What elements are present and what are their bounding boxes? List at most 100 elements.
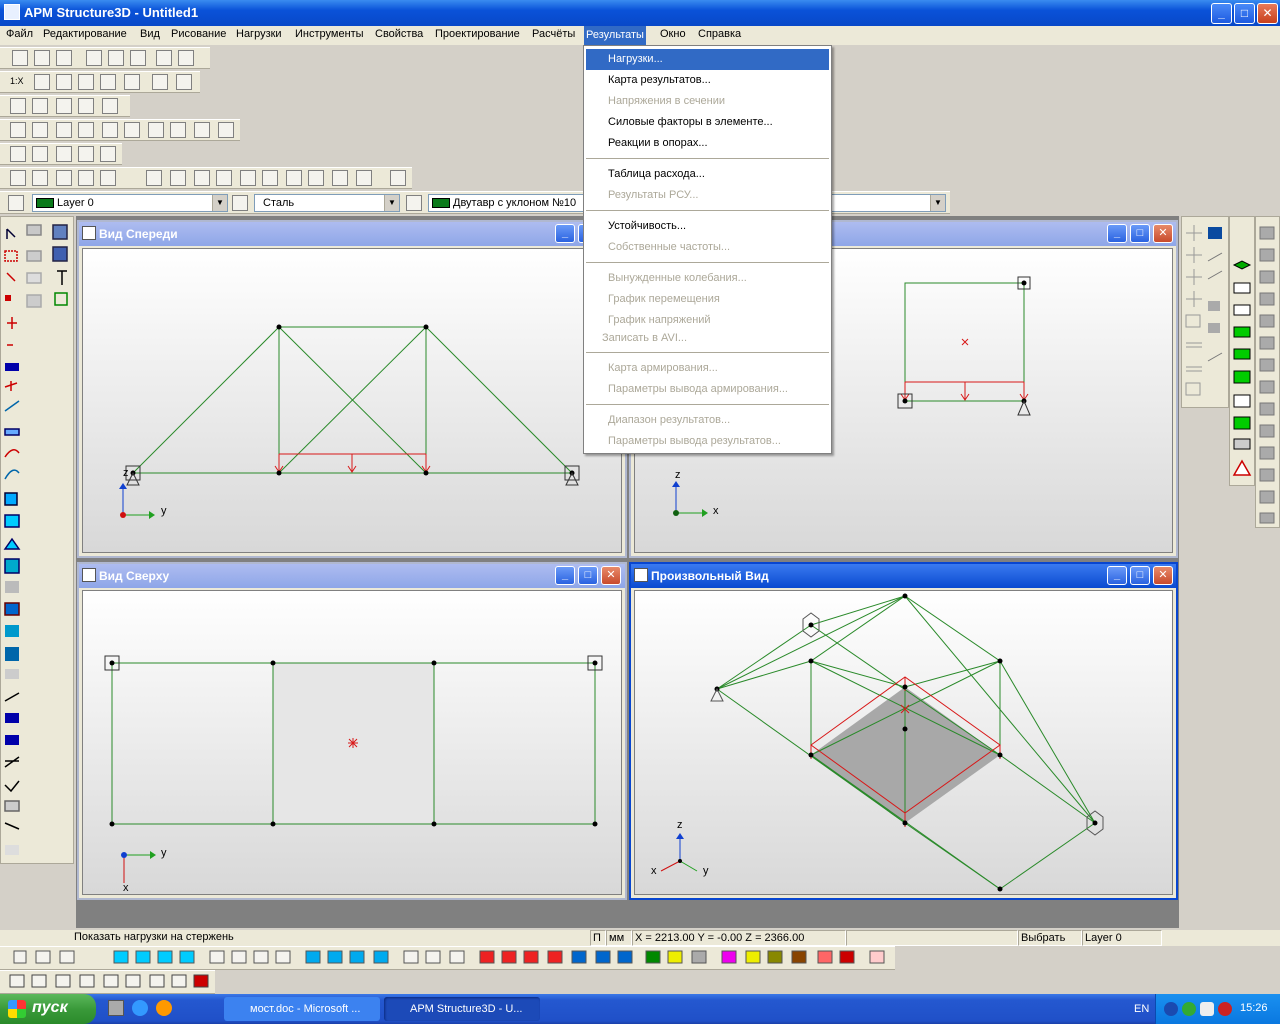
menu-item-reinforcement-map[interactable]: Карта армирования... <box>586 358 829 379</box>
menu-window[interactable]: Окно <box>660 28 686 40</box>
rotate-icon[interactable] <box>218 122 234 138</box>
rod-temp-icon[interactable] <box>170 170 186 186</box>
app-icon[interactable] <box>4 4 20 20</box>
menu-view[interactable]: Вид <box>140 28 160 40</box>
menu-item-results-map[interactable]: Карта результатов... <box>586 70 829 91</box>
front-view-canvas[interactable]: z y <box>82 248 622 553</box>
redraw-icon[interactable] <box>194 122 210 138</box>
menu-item-results-range[interactable]: Диапазон результатов... <box>586 410 829 431</box>
node-icon[interactable] <box>10 98 26 114</box>
iso-maximize-button[interactable]: □ <box>1130 566 1150 585</box>
menu-item-section-stress[interactable]: Напряжения в сечении <box>586 91 829 112</box>
top-close-button[interactable]: ✕ <box>601 566 621 585</box>
menu-loads[interactable]: Нагрузки <box>236 28 282 40</box>
snap-icon[interactable] <box>56 74 72 90</box>
menu-item-rsu-results[interactable]: Результаты РСУ... <box>586 185 829 206</box>
mesh-grid-icon[interactable] <box>32 146 48 162</box>
paste-icon[interactable] <box>130 50 146 66</box>
top-view-canvas[interactable]: x y <box>82 590 622 895</box>
top-minimize-button[interactable]: _ <box>555 566 575 585</box>
menu-item-support-reactions[interactable]: Реакции в опорах... <box>586 133 829 154</box>
iso-close-button[interactable]: ✕ <box>1153 566 1173 585</box>
window-top-view[interactable]: Вид Сверху _ □ ✕ x y <box>77 562 627 900</box>
new-icon[interactable] <box>12 50 28 66</box>
zoom-node-icon[interactable] <box>56 122 72 138</box>
pressure-icon[interactable] <box>240 170 256 186</box>
redo-icon[interactable] <box>178 50 194 66</box>
zoom-all-icon[interactable] <box>10 122 26 138</box>
rod-load-icon[interactable] <box>146 170 162 186</box>
menu-item-stability[interactable]: Устойчивость... <box>586 216 829 237</box>
open-icon[interactable] <box>34 50 50 66</box>
rod-icon[interactable] <box>56 98 72 114</box>
iso-minimize-button[interactable]: _ <box>1107 566 1127 585</box>
layers-icon[interactable] <box>124 74 140 90</box>
force-down-icon[interactable] <box>10 170 26 186</box>
side-close-button[interactable]: ✕ <box>1153 224 1173 243</box>
menu-item-displacement-graph[interactable]: График перемещения <box>586 289 829 310</box>
menu-item-consumption-table[interactable]: Таблица расхода... <box>586 164 829 185</box>
start-button[interactable]: пуск <box>0 994 96 1024</box>
menu-item-element-forces[interactable]: Силовые факторы в элементе... <box>586 112 829 133</box>
language-indicator[interactable]: EN <box>1134 1003 1149 1015</box>
minimize-button[interactable]: _ <box>1211 3 1232 24</box>
acceleration-icon[interactable] <box>356 170 372 186</box>
print-icon[interactable] <box>86 50 102 66</box>
ie-icon[interactable] <box>132 1000 148 1016</box>
window-front-view[interactable]: Вид Спереди _ □ <box>77 220 627 558</box>
mesh-dots-icon[interactable] <box>78 146 94 162</box>
menu-design[interactable]: Проектирование <box>435 28 520 40</box>
zoom-out-icon[interactable] <box>124 122 140 138</box>
task-word[interactable]: мост.doc - Microsoft ... <box>224 997 380 1021</box>
plate-temp2-icon[interactable] <box>286 170 302 186</box>
crosshair-icon[interactable] <box>152 74 168 90</box>
chevron-down-icon[interactable]: ▼ <box>384 195 399 211</box>
magnifier-icon[interactable] <box>170 122 186 138</box>
node-load-icon[interactable] <box>194 170 210 186</box>
mesh-icon[interactable] <box>10 146 26 162</box>
menu-item-natural-frequencies[interactable]: Собственные частоты... <box>586 237 829 258</box>
material-icon[interactable] <box>232 195 248 211</box>
plate-temp-icon[interactable] <box>262 170 278 186</box>
menu-file[interactable]: Файл <box>6 28 33 40</box>
task-apm[interactable]: APM Structure3D - U... <box>384 997 540 1021</box>
menu-item-record-avi[interactable]: Записать в AVI... <box>586 328 829 349</box>
pointer-snap-icon[interactable] <box>78 74 94 90</box>
undo-icon[interactable] <box>156 50 172 66</box>
surface-load-icon[interactable] <box>308 170 324 186</box>
mesh-select-icon[interactable] <box>100 146 116 162</box>
tray-icon-3[interactable] <box>1200 1002 1214 1016</box>
tray-icon-1[interactable] <box>1164 1002 1178 1016</box>
menu-tools[interactable]: Инструменты <box>295 28 364 40</box>
ruler-icon[interactable] <box>100 74 116 90</box>
menu-results[interactable]: Результаты <box>584 26 646 45</box>
window-iso-view[interactable]: Произвольный Вид _ □ ✕ z x y <box>629 562 1178 900</box>
temperature-icon[interactable] <box>56 170 72 186</box>
front-minimize-button[interactable]: _ <box>555 224 575 243</box>
menu-item-results-output[interactable]: Параметры вывода результатов... <box>586 431 829 452</box>
plate-icon[interactable] <box>78 98 94 114</box>
material-combo[interactable]: Сталь ▼ <box>254 194 400 212</box>
desktop-icon[interactable] <box>108 1000 124 1016</box>
maximize-button[interactable]: □ <box>1234 3 1255 24</box>
chevron-down-icon[interactable]: ▼ <box>930 195 945 211</box>
moment-icon[interactable] <box>32 170 48 186</box>
side-maximize-button[interactable]: □ <box>1130 224 1150 243</box>
tray-icon-4[interactable] <box>1218 1002 1232 1016</box>
menu-edit[interactable]: Редактирование <box>43 28 127 40</box>
menu-calculations[interactable]: Расчёты <box>532 28 575 40</box>
zoom-in-icon[interactable] <box>102 122 118 138</box>
grid-icon[interactable] <box>34 74 50 90</box>
distributed-load-icon[interactable] <box>78 170 94 186</box>
tray-icon-2[interactable] <box>1182 1002 1196 1016</box>
scale-label[interactable]: 1:X <box>10 76 24 86</box>
save-icon[interactable] <box>56 50 72 66</box>
copy-icon[interactable] <box>108 50 124 66</box>
linear-load-icon[interactable] <box>100 170 116 186</box>
plate-load-icon[interactable] <box>216 170 232 186</box>
side-minimize-button[interactable]: _ <box>1107 224 1127 243</box>
layers-stack-icon[interactable] <box>8 195 24 211</box>
menu-item-reinforcement-output[interactable]: Параметры вывода армирования... <box>586 379 829 400</box>
menu-draw[interactable]: Рисование <box>171 28 226 40</box>
menu-item-forced-oscillations[interactable]: Вынужденные колебания... <box>586 268 829 289</box>
